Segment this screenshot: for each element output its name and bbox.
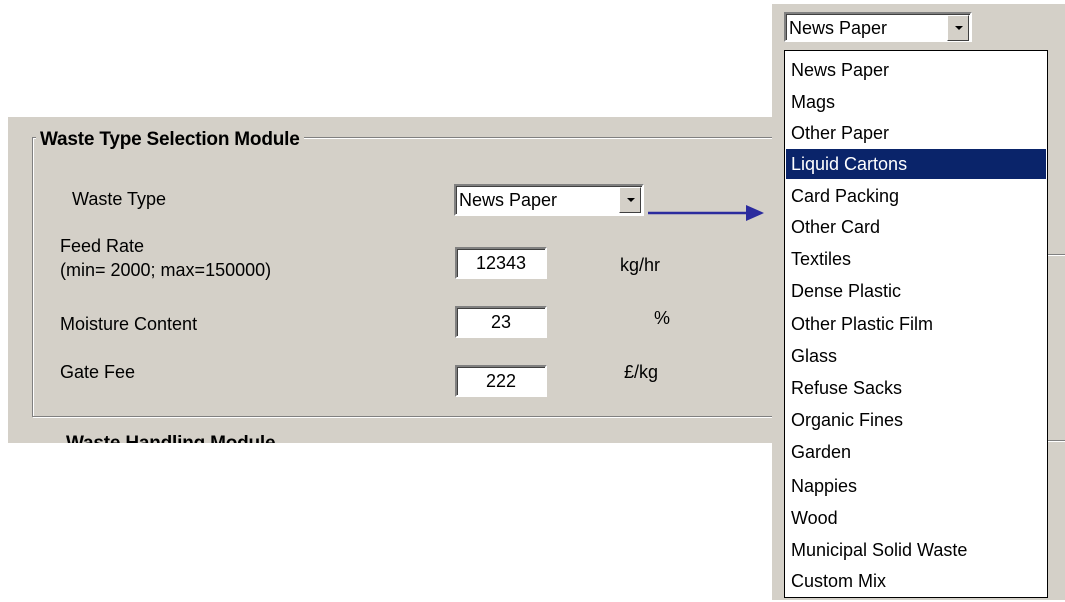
- waste-type-panel: Waste Type Selection Module Waste Type N…: [8, 117, 850, 443]
- feed-rate-input[interactable]: 12343: [455, 247, 547, 279]
- waste-type-select[interactable]: News Paper: [454, 184, 644, 216]
- option-municipal-solid-waste[interactable]: Municipal Solid Waste: [786, 535, 1046, 565]
- option-glass[interactable]: Glass: [786, 341, 1046, 371]
- chevron-down-icon[interactable]: [619, 187, 641, 213]
- selected-value: News Paper: [789, 18, 888, 38]
- option-garden[interactable]: Garden: [786, 437, 1046, 467]
- waste-type-label: Waste Type: [72, 189, 167, 209]
- option-organic-fines[interactable]: Organic Fines: [786, 405, 1046, 435]
- waste-type-dropdown-list[interactable]: News Paper Mags Other Paper Liquid Carto…: [784, 50, 1048, 598]
- group-title: Waste Type Selection Module: [36, 129, 304, 151]
- option-card-packing[interactable]: Card Packing: [786, 181, 1046, 211]
- next-module-title: Waste Handling Module: [66, 433, 276, 443]
- option-other-card[interactable]: Other Card: [786, 212, 1046, 242]
- waste-type-value: News Paper: [459, 190, 558, 210]
- option-dense-plastic[interactable]: Dense Plastic: [786, 276, 1046, 306]
- chevron-down-icon[interactable]: [947, 15, 969, 41]
- feed-rate-label: Feed Rate: [60, 236, 145, 256]
- option-wood[interactable]: Wood: [786, 503, 1046, 533]
- option-refuse-sacks[interactable]: Refuse Sacks: [786, 373, 1046, 403]
- option-other-plastic-film[interactable]: Other Plastic Film: [786, 309, 1046, 339]
- feed-rate-range: (min= 2000; max=150000): [60, 260, 272, 280]
- gate-fee-unit: £/kg: [624, 362, 659, 382]
- waste-type-select-open[interactable]: News Paper: [784, 12, 972, 42]
- divider: [1048, 255, 1065, 256]
- option-news-paper[interactable]: News Paper: [786, 55, 1046, 85]
- option-custom-mix[interactable]: Custom Mix: [786, 566, 1046, 596]
- gate-fee-label: Gate Fee: [60, 362, 136, 382]
- gate-fee-input[interactable]: 222: [455, 365, 547, 397]
- option-mags[interactable]: Mags: [786, 87, 1046, 117]
- moisture-content-unit: %: [654, 308, 671, 328]
- feed-rate-unit: kg/hr: [620, 255, 661, 275]
- arrow-right-icon: [648, 205, 764, 221]
- option-liquid-cartons[interactable]: Liquid Cartons: [786, 149, 1046, 179]
- option-other-paper[interactable]: Other Paper: [786, 118, 1046, 148]
- divider: [1048, 441, 1065, 442]
- moisture-content-input[interactable]: 23: [455, 306, 547, 338]
- option-nappies[interactable]: Nappies: [786, 471, 1046, 501]
- moisture-content-label: Moisture Content: [60, 314, 198, 334]
- option-textiles[interactable]: Textiles: [786, 244, 1046, 274]
